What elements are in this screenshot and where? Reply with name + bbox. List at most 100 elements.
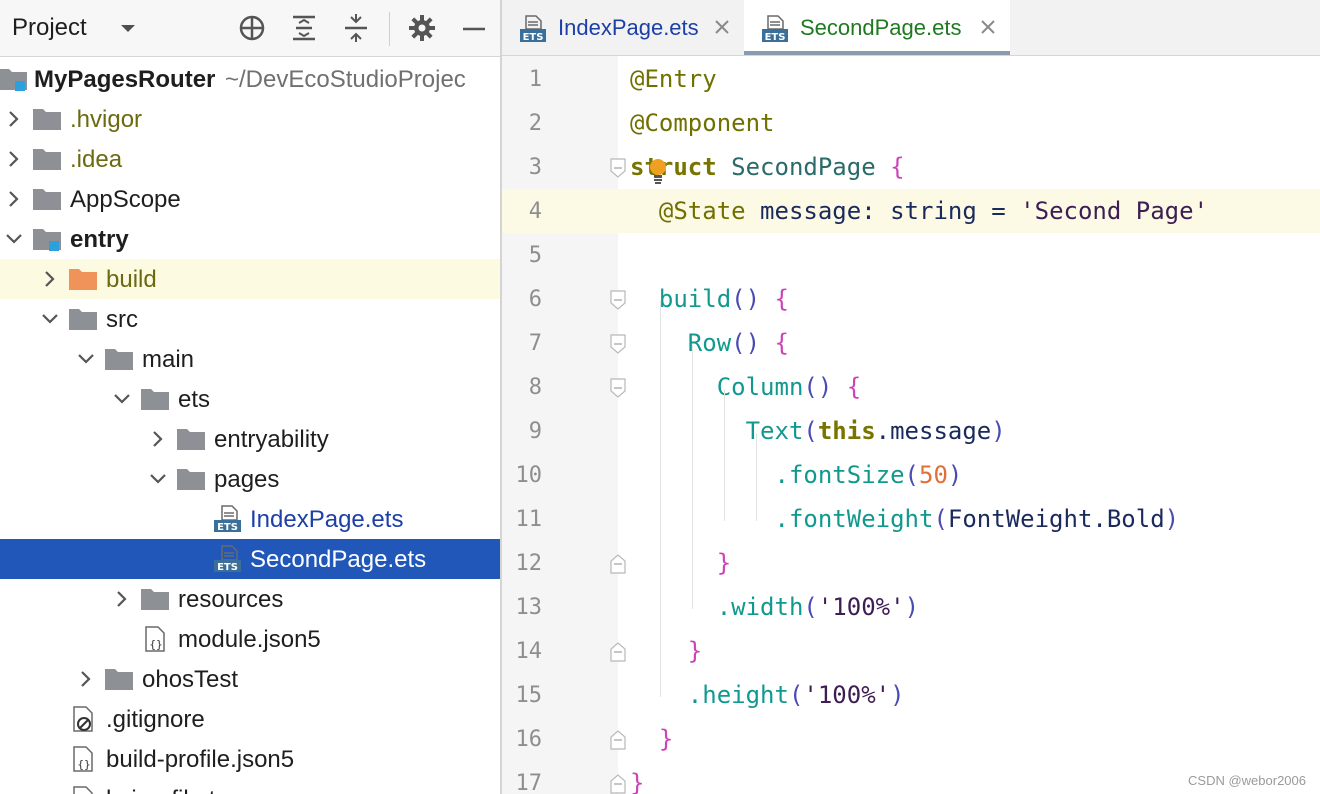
code-text: struct SecondPage {	[630, 153, 905, 181]
tree-item[interactable]: hvigorfile.ts	[0, 779, 500, 794]
gear-icon[interactable]	[408, 14, 436, 42]
fold-close-icon[interactable]	[610, 642, 626, 662]
tree-item[interactable]: {} module.json5	[0, 619, 500, 659]
code-line: 7 Row() {	[502, 321, 1320, 365]
tree-item[interactable]: ETS IndexPage.ets	[0, 499, 500, 539]
fold-open-icon[interactable]	[610, 158, 626, 178]
code-text: }	[687, 637, 703, 665]
svg-text:ETS: ETS	[217, 562, 238, 573]
chevron-right-icon[interactable]	[4, 109, 24, 129]
tree-item-label: IndexPage.ets	[250, 506, 404, 533]
gitignore-file-icon	[73, 706, 93, 732]
tree-item-label: entryability	[214, 426, 329, 453]
fold-open-icon[interactable]	[610, 378, 626, 398]
lightbulb-icon[interactable]	[648, 158, 668, 188]
tree-item[interactable]: ets	[0, 379, 500, 419]
code-text: }	[658, 725, 674, 753]
tree-item[interactable]: resources	[0, 579, 500, 619]
tree-item-label: build	[106, 266, 157, 293]
tree-item[interactable]: .hvigor	[0, 99, 500, 139]
tree-item[interactable]: main	[0, 339, 500, 379]
tree-item-label: pages	[214, 466, 280, 493]
tree-item-label: SecondPage.ets	[250, 546, 427, 573]
code-line: 14 }	[502, 629, 1320, 673]
tree-item-label: hvigorfile.ts	[106, 786, 227, 794]
code-text: .fontWeight(FontWeight.Bold)	[774, 505, 1180, 533]
chevron-right-icon[interactable]	[4, 149, 24, 169]
project-panel-header: Project	[0, 0, 500, 57]
chevron-right-icon[interactable]	[76, 669, 96, 689]
tree-item-label: .idea	[70, 146, 123, 173]
build-folder-icon	[69, 269, 97, 290]
chevron-down-icon[interactable]	[112, 389, 132, 409]
fold-open-icon[interactable]	[610, 334, 626, 354]
fold-open-icon[interactable]	[610, 290, 626, 310]
tree-item[interactable]: .idea	[0, 139, 500, 179]
tree-item[interactable]: .gitignore	[0, 699, 500, 739]
line-number: 14	[515, 639, 543, 664]
line-number: 5	[528, 243, 542, 268]
tree-item-label: AppScope	[70, 186, 181, 213]
project-path: ~/DevEcoStudioProjec	[225, 66, 466, 93]
folder-icon	[33, 109, 61, 130]
tree-item[interactable]: src	[0, 299, 500, 339]
code-text: }	[630, 769, 645, 794]
tree-item-label: ohosTest	[142, 666, 239, 693]
tree-item-label: ets	[178, 386, 211, 413]
module-folder-icon	[0, 69, 27, 91]
ets-file-icon: ETS	[214, 545, 241, 573]
tree-item[interactable]: pages	[0, 459, 500, 499]
tree-item[interactable]: ETS SecondPage.ets	[0, 539, 500, 579]
code-text: Column() {	[716, 373, 862, 401]
crosshair-icon[interactable]	[238, 14, 266, 42]
line-number: 10	[515, 463, 543, 488]
chevron-down-icon[interactable]	[148, 469, 168, 489]
folder-icon	[33, 189, 61, 210]
svg-text:{}: {}	[77, 758, 90, 771]
code-line: 2 @Component	[502, 101, 1320, 145]
code-text: @Entry	[630, 65, 717, 93]
tree-item-label: src	[106, 306, 138, 333]
code-text: Text(this.message)	[745, 417, 1006, 445]
fold-close-icon[interactable]	[610, 730, 626, 750]
chevron-down-icon[interactable]	[4, 229, 24, 249]
chevron-down-icon[interactable]	[118, 18, 138, 38]
minimize-icon[interactable]	[460, 14, 488, 42]
line-number: 1	[528, 67, 542, 92]
chevron-right-icon[interactable]	[40, 269, 60, 289]
tree-item[interactable]: ohosTest	[0, 659, 500, 699]
code-text: .fontSize(50)	[774, 461, 963, 489]
tree-item-label: MyPagesRouter	[34, 66, 216, 93]
line-number: 17	[515, 771, 543, 794]
project-view-selector-label[interactable]: Project	[12, 14, 87, 42]
chevron-right-icon[interactable]	[148, 429, 168, 449]
chevron-down-icon[interactable]	[76, 349, 96, 369]
fold-close-icon[interactable]	[610, 554, 626, 574]
code-text: build() {	[658, 285, 789, 313]
tree-item[interactable]: build	[0, 259, 500, 299]
line-number: 13	[515, 595, 543, 620]
tree-item-label: entry	[70, 226, 129, 253]
tree-item[interactable]: AppScope	[0, 179, 500, 219]
chevron-right-icon[interactable]	[112, 589, 132, 609]
tree-item[interactable]: MyPagesRouter ~/DevEcoStudioProjec	[0, 59, 500, 99]
code-text: .height('100%')	[687, 681, 905, 709]
fold-close-icon[interactable]	[610, 774, 626, 794]
tree-item-label: .gitignore	[106, 706, 205, 733]
indent-guide	[692, 345, 693, 609]
tree-item[interactable]: entry	[0, 219, 500, 259]
code-line: 12 }	[502, 541, 1320, 585]
expand-all-icon[interactable]	[290, 14, 318, 42]
collapse-all-icon[interactable]	[342, 14, 370, 42]
folder-icon	[105, 349, 133, 370]
indent-guide	[724, 389, 725, 521]
code-area[interactable]: 1 @Entry 2 @Component 3 struct SecondPage {4 …	[502, 0, 1320, 794]
tree-item-label: main	[142, 346, 195, 373]
chevron-right-icon[interactable]	[4, 189, 24, 209]
code-line: 1 @Entry	[502, 57, 1320, 101]
tree-item[interactable]: entryability	[0, 419, 500, 459]
tree-item[interactable]: {} build-profile.json5	[0, 739, 500, 779]
folder-icon	[33, 149, 61, 170]
chevron-down-icon[interactable]	[40, 309, 60, 329]
line-number: 3	[528, 155, 542, 180]
